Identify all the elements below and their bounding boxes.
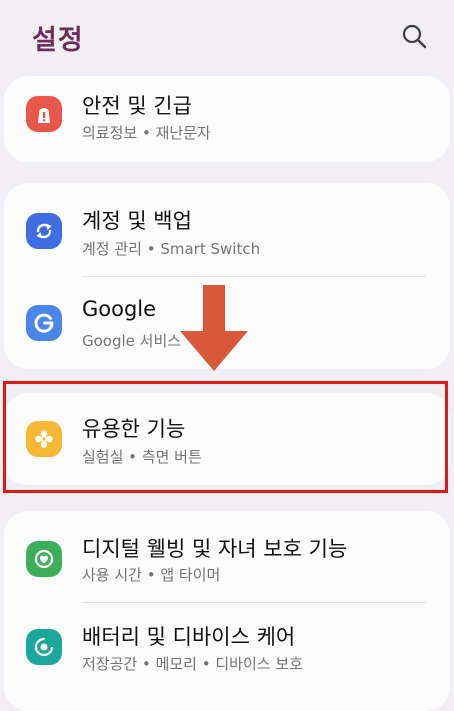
down-arrow-annotation-icon (180, 285, 248, 371)
item-subtitle: 사용 시간 • 앱 타이머 (82, 566, 221, 584)
item-subtitle: Google 서비스 (82, 332, 182, 350)
settings-item-safety-emergency[interactable]: 안전 및 긴급 의료정보 • 재난문자 (4, 76, 450, 162)
device-care-icon (26, 629, 62, 665)
settings-item-accounts-backup[interactable]: 계정 및 백업 계정 관리 • Smart Switch (4, 183, 450, 275)
settings-card-safety: 안전 및 긴급 의료정보 • 재난문자 (4, 76, 450, 162)
item-title: 배터리 및 디바이스 케어 (82, 625, 296, 649)
item-title: 디지털 웰빙 및 자녀 보호 기능 (82, 537, 348, 561)
item-title: 안전 및 긴급 (82, 94, 192, 118)
alert-icon (26, 96, 62, 132)
sync-icon (26, 213, 62, 249)
item-subtitle: 계정 관리 • Smart Switch (82, 240, 261, 258)
item-subtitle: 저장공간 • 메모리 • 디바이스 보호 (82, 655, 303, 673)
item-subtitle: 의료정보 • 재난문자 (82, 124, 211, 142)
header: 설정 (0, 0, 454, 70)
item-title: 계정 및 백업 (82, 209, 192, 233)
settings-card-wellbeing: 디지털 웰빙 및 자녀 보호 기능 사용 시간 • 앱 타이머 배터리 및 디바… (4, 511, 450, 711)
settings-item-battery-device-care[interactable]: 배터리 및 디바이스 케어 저장공간 • 메모리 • 디바이스 보호 (4, 603, 450, 695)
wellbeing-icon (26, 541, 62, 577)
search-icon[interactable] (400, 22, 428, 50)
highlight-box (3, 381, 448, 493)
google-icon (26, 305, 62, 341)
settings-item-digital-wellbeing[interactable]: 디지털 웰빙 및 자녀 보호 기능 사용 시간 • 앱 타이머 (4, 511, 450, 603)
page-title: 설정 (32, 25, 84, 56)
item-title: Google (82, 297, 157, 321)
